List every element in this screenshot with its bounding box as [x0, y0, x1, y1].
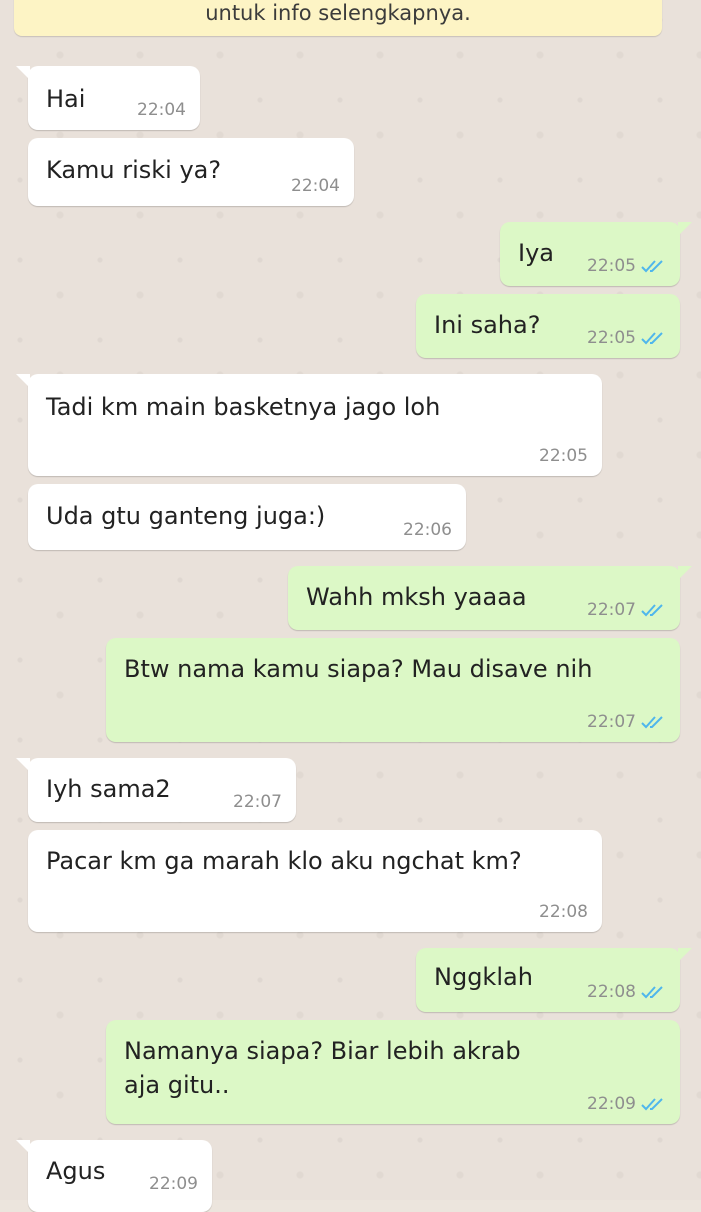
notice-text: untuk info selengkapnya. [205, 1, 471, 25]
message-bubble-outgoing[interactable]: Namanya siapa? Biar lebih akrab aja gitu… [106, 1020, 680, 1124]
message-text: Uda gtu ganteng juga:) [46, 502, 326, 530]
message-time: 22:04 [291, 176, 340, 196]
encryption-notice[interactable]: untuk info selengkapnya. [14, 0, 662, 36]
message-time: 22:07 [587, 712, 636, 732]
message-bubble-incoming[interactable]: Tadi km main basketnya jago loh 22:05 [16, 374, 602, 476]
message-text: Ini saha? [434, 311, 541, 339]
message-bubble-outgoing[interactable]: Wahh mksh yaaaa 22:07 [288, 566, 692, 630]
message-meta: 22:05 [539, 446, 588, 466]
message-text: Iyh sama2 [46, 775, 171, 803]
message-bubble-outgoing[interactable]: Btw nama kamu siapa? Mau disave nih 22:0… [106, 638, 680, 742]
message-bubble-outgoing[interactable]: Ini saha? 22:05 [416, 294, 680, 358]
message-time: 22:06 [403, 520, 452, 540]
message-text: Agus [46, 1157, 106, 1185]
message-meta: 22:04 [291, 176, 340, 196]
message-bubble-outgoing[interactable]: Nggklah 22:08 [416, 948, 692, 1012]
message-time: 22:07 [233, 792, 282, 812]
message-time: 22:05 [587, 328, 636, 348]
message-time: 22:04 [137, 100, 186, 120]
message-bubble-incoming[interactable]: Uda gtu ganteng juga:) 22:06 [28, 484, 466, 550]
message-text: Wahh mksh yaaaa [306, 583, 527, 611]
message-bubble-incoming[interactable]: Pacar km ga marah klo aku ngchat km? 22:… [28, 830, 602, 932]
message-bubble-incoming[interactable]: Agus 22:09 [16, 1140, 212, 1212]
message-time: 22:09 [149, 1174, 198, 1194]
message-text: Iya [518, 239, 554, 267]
message-text: Tadi km main basketnya jago loh [46, 393, 441, 421]
message-meta: 22:04 [137, 100, 186, 120]
message-meta: 22:09 [149, 1174, 198, 1194]
double-check-icon [641, 260, 663, 273]
message-time: 22:08 [587, 982, 636, 1002]
message-meta: 22:07 [233, 792, 282, 812]
message-meta: 22:07 [587, 600, 666, 620]
message-time: 22:09 [587, 1094, 636, 1114]
message-text: Pacar km ga marah klo aku ngchat km? [46, 847, 522, 875]
double-check-icon [641, 332, 663, 345]
double-check-icon [641, 1098, 663, 1111]
message-text: Namanya siapa? Biar lebih akrab aja gitu… [124, 1037, 521, 1099]
message-bubble-incoming[interactable]: Iyh sama2 22:07 [16, 758, 296, 822]
message-meta: 22:06 [403, 520, 452, 540]
message-text: Hai [46, 85, 86, 113]
message-bubble-incoming[interactable]: Kamu riski ya? 22:04 [28, 138, 354, 206]
message-text: Btw nama kamu siapa? Mau disave nih [124, 655, 593, 683]
message-meta: 22:07 [587, 712, 666, 732]
message-meta: 22:05 [587, 256, 666, 276]
message-text: Nggklah [434, 963, 533, 991]
message-time: 22:08 [539, 902, 588, 922]
double-check-icon [641, 986, 663, 999]
message-text: Kamu riski ya? [46, 156, 222, 184]
message-bubble-outgoing[interactable]: Iya 22:05 [500, 222, 692, 286]
message-time: 22:05 [539, 446, 588, 466]
message-meta: 22:08 [539, 902, 588, 922]
message-time: 22:07 [587, 600, 636, 620]
message-meta: 22:09 [587, 1094, 666, 1114]
double-check-icon [641, 604, 663, 617]
message-meta: 22:08 [587, 982, 666, 1002]
message-bubble-incoming[interactable]: Hai 22:04 [16, 66, 200, 130]
message-meta: 22:05 [587, 328, 666, 348]
double-check-icon [641, 716, 663, 729]
message-time: 22:05 [587, 256, 636, 276]
